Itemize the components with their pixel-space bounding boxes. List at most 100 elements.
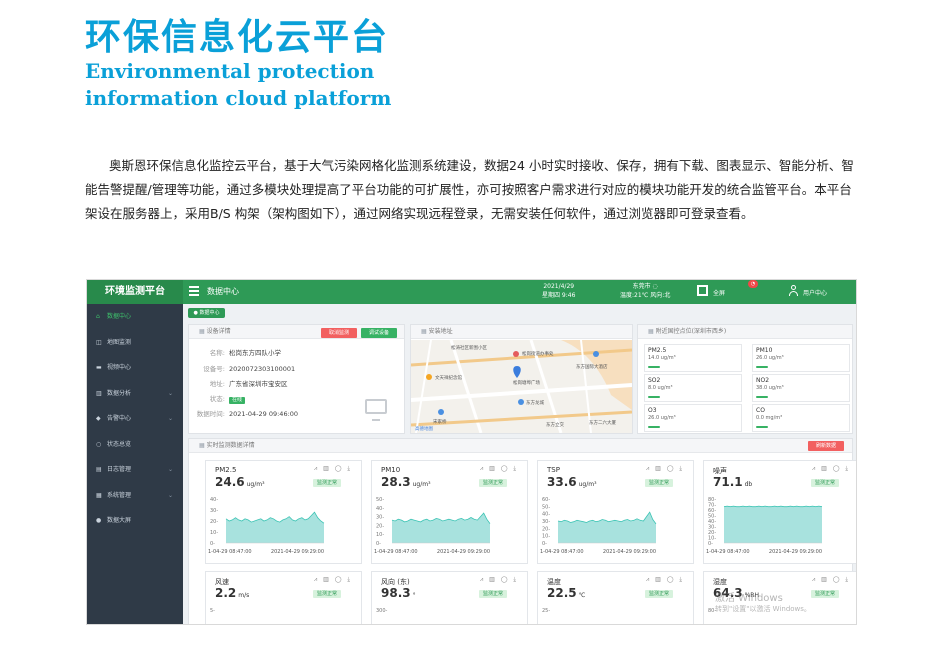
metric-value-wrap: 28.3 ug/m³ — [381, 475, 431, 489]
card-tool-icons[interactable]: ⩘ ▥ ◯ ⤓ — [646, 576, 684, 584]
sidebar-item-label: 视频中心 — [107, 364, 132, 371]
device-info-row: 地址: 广东省深圳市宝安区 — [189, 378, 288, 388]
sidebar-item[interactable]: ◆ 告警中心 ⌄ — [87, 406, 183, 432]
card-tool-icons[interactable]: ⩘ ▥ ◯ ⤓ — [480, 576, 518, 584]
map-provider-logo: 高德地图 — [415, 427, 433, 432]
chevron-down-icon: ⌄ — [167, 491, 173, 499]
metric-value: 98.3 — [381, 586, 411, 600]
sidebar-item[interactable]: ▥ 数据分析 ⌄ — [87, 381, 183, 407]
sidebar-item[interactable]: ● 数据大屏 — [87, 508, 183, 534]
breadcrumb-tag[interactable]: ● 数据中心 — [188, 308, 225, 318]
sidebar-item[interactable]: ▬ 视频中心 — [87, 355, 183, 381]
station-metric-value: 8.0 ug/m³ — [648, 385, 673, 391]
debug-device-button[interactable]: 调试设备 — [361, 328, 397, 338]
sidebar-item[interactable]: ▦ 系统管理 ⌄ — [87, 483, 183, 509]
sidebar-item-label: 数据大屏 — [107, 517, 132, 524]
cancel-monitor-button[interactable]: 取消监测 — [321, 328, 357, 338]
status-badge: 监测正常 — [644, 590, 673, 598]
y-tick-label: 25- — [542, 608, 550, 614]
monitor-icon — [365, 399, 387, 421]
sidebar-icon: ▦ — [96, 491, 102, 499]
sidebar-item[interactable]: ○ 状态总览 — [87, 432, 183, 458]
windows-activation-watermark: 激活 Windows 转到"设置"以激活 Windows。 — [715, 593, 811, 615]
sidebar-item-label: 状态总览 — [107, 440, 132, 448]
sidebar-icon: ◫ — [96, 338, 102, 346]
device-info-value: 松岗东方四队小学 — [229, 349, 281, 357]
sidebar-item[interactable]: ⌂ 数据中心 — [87, 304, 183, 330]
user-icon[interactable] — [789, 285, 798, 297]
hero-title-en-line2: information cloud platform — [85, 86, 392, 110]
metric-unit: ℃ — [578, 592, 586, 599]
x-tick-label: 2021-04-29 09:29:00 — [603, 549, 656, 555]
status-badge: 监测正常 — [478, 590, 507, 598]
metric-value: 22.5 — [547, 586, 577, 600]
x-tick-label: 1-04-29 08:47:00 — [706, 549, 750, 555]
metric-unit: ug/m³ — [578, 481, 597, 488]
fullscreen-icon[interactable] — [697, 285, 708, 296]
metric-card[interactable]: 温度 ⩘ ▥ ◯ ⤓ 22.5 ℃ 监测正常 25- 20- — [537, 571, 694, 624]
refresh-data-button[interactable]: 刷新数据 — [808, 441, 844, 451]
metric-sparkline: 60-50- 40-30-20- 10-0- 1-04-29 08:47:00 2021… — [540, 497, 657, 555]
user-center-link[interactable]: 用户中心 — [803, 288, 827, 297]
map-label-plaza: 松岗塘埠广场 — [513, 381, 540, 386]
status-badge: 监测正常 — [810, 479, 839, 487]
x-tick-label: 2021-04-29 09:29:00 — [769, 549, 822, 555]
metric-card[interactable]: 风速 ⩘ ▥ ◯ ⤓ 2.2 m/s 监测正常 5- 4- — [205, 571, 362, 624]
sidebar-item[interactable]: ▤ 日志管理 ⌄ — [87, 457, 183, 483]
watermark-line1: 激活 Windows — [715, 593, 783, 604]
metric-value: 28.3 — [381, 475, 411, 489]
city-text: 东莞市 ◌ — [632, 283, 658, 290]
x-tick-label: 2021-04-29 09:29:00 — [271, 549, 324, 555]
card-tool-icons[interactable]: ⩘ ▥ ◯ ⤓ — [812, 465, 850, 473]
metric-name: TSP — [547, 466, 560, 474]
metric-value: 2.2 — [215, 586, 237, 600]
device-info-value: 在线 — [229, 397, 246, 404]
date-text: 2021/4/29 — [543, 283, 575, 290]
metric-value-wrap: 98.3 ° — [381, 586, 416, 600]
device-info-key: 名称: — [209, 349, 225, 357]
station-metric-name: CO — [756, 407, 765, 414]
map-view[interactable]: 松涛社区新围小区 松岗街道办事处 东方国际大酒店 文天祥纪念馆 松岗塘埠广场 东… — [411, 340, 632, 433]
metric-sparkline: 300-200- — [376, 608, 388, 614]
menu-icon[interactable] — [189, 286, 199, 296]
sidebar-item[interactable]: ◫ 地图监测 — [87, 330, 183, 356]
metric-unit: m/s — [238, 592, 250, 599]
y-tick-label: 60- — [542, 497, 550, 503]
y-tick-label: 40- — [542, 512, 550, 518]
metric-value-wrap: 2.2 m/s — [215, 586, 249, 600]
chevron-down-icon: ⌄ — [167, 389, 173, 397]
metric-card[interactable]: TSP ⩘ ▥ ◯ ⤓ 33.6 ug/m³ 监测正常 60- 50- 40- 30- 20- 10… — [537, 460, 694, 564]
metric-sparkline: 25-20- — [542, 608, 550, 614]
y-tick-label: 20- — [210, 519, 218, 525]
y-tick-label: 0- — [376, 541, 381, 547]
metric-value: 24.6 — [215, 475, 245, 489]
card-tool-icons[interactable]: ⩘ ▥ ◯ ⤓ — [480, 465, 518, 473]
device-info-value: 广东省深圳市宝安区 — [229, 380, 288, 388]
map-panel-title: 安装地址 — [411, 325, 632, 339]
series-line — [723, 505, 823, 508]
card-tool-icons[interactable]: ⩘ ▥ ◯ ⤓ — [314, 576, 352, 584]
series-area — [724, 506, 822, 543]
metric-card[interactable]: PM2.5 ⩘ ▥ ◯ ⤓ 24.6 ug/m³ 监测正常 40- 30- 20- 10- 0- 1… — [205, 460, 362, 564]
device-info-row: 数据时间: 2021-04-29 09:46:00 — [189, 408, 298, 418]
station-metric-bar — [756, 426, 768, 428]
sidebar-icon: ▬ — [96, 364, 102, 371]
card-tool-icons[interactable]: ⩘ ▥ ◯ ⤓ — [812, 576, 850, 584]
metric-card[interactable]: 噪声 ⩘ ▥ ◯ ⤓ 71.1 db 监测正常 80- 70- 60- 50- 40- 30- 20-… — [703, 460, 856, 564]
map-label-jiedao: 松岗街道办事处 — [522, 352, 554, 357]
metric-card[interactable]: 风向 (东) ⩘ ▥ ◯ ⤓ 98.3 ° 监测正常 300- 200- — [371, 571, 528, 624]
station-panel-title: 附近国控点位(深圳市西乡) — [638, 325, 852, 339]
app-screenshot: 环境监测平台 数据中心 2021/4/29 星期四 9:46 东莞市 ◌ 温度:… — [86, 279, 857, 625]
top-bar: 环境监测平台 数据中心 2021/4/29 星期四 9:46 东莞市 ◌ 温度:… — [87, 280, 856, 304]
metric-unit: ug/m³ — [412, 481, 431, 488]
notification-badge[interactable]: ◔ — [748, 280, 758, 288]
x-tick-label: 2021-04-29 09:29:00 — [437, 549, 490, 555]
date-block: 2021/4/29 星期四 9:46 — [542, 282, 575, 300]
metric-card[interactable]: PM10 ⩘ ▥ ◯ ⤓ 28.3 ug/m³ 监测正常 50- 40- 30- 20- 10- 0… — [371, 460, 528, 564]
station-metric-bar — [648, 366, 660, 368]
card-tool-icons[interactable]: ⩘ ▥ ◯ ⤓ — [646, 465, 684, 473]
card-tool-icons[interactable]: ⩘ ▥ ◯ ⤓ — [314, 465, 352, 473]
fullscreen-label[interactable]: 全屏 — [713, 288, 725, 297]
status-badge: 监测正常 — [810, 590, 839, 598]
y-tick-label: 10- — [542, 534, 550, 540]
